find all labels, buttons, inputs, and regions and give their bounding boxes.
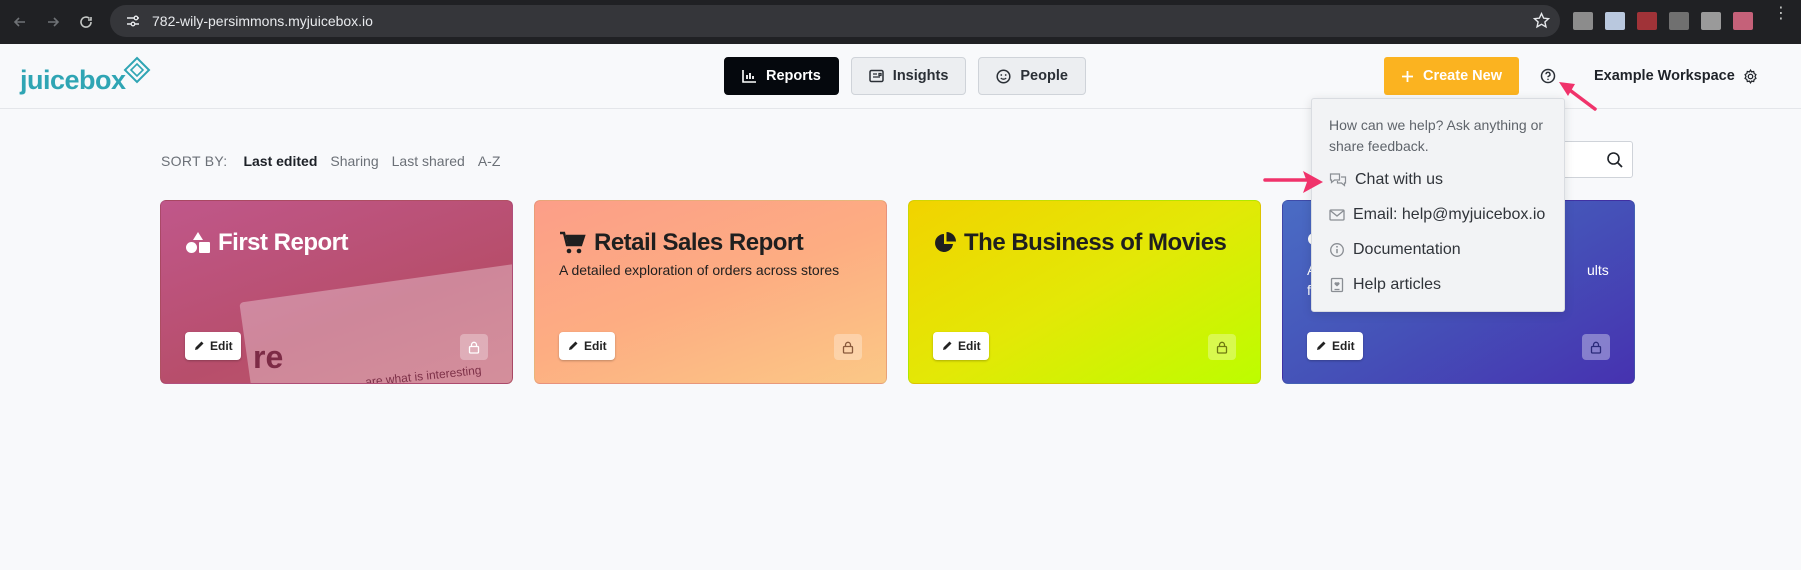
preview-heading: re bbox=[253, 339, 284, 375]
shapes-icon bbox=[186, 232, 210, 253]
address-bar[interactable]: 782-wily-persimmons.myjuicebox.io bbox=[110, 5, 1560, 37]
extension-icon[interactable] bbox=[1573, 12, 1593, 30]
sort-option-a-z[interactable]: A-Z bbox=[478, 153, 501, 169]
menu-item-documentation-label: Documentation bbox=[1353, 241, 1461, 258]
search-input[interactable] bbox=[1560, 141, 1633, 178]
tab-reports[interactable]: Reports bbox=[724, 57, 839, 95]
edit-button[interactable]: Edit bbox=[559, 332, 615, 360]
pencil-icon bbox=[1317, 341, 1326, 350]
menu-item-email[interactable]: Email: help@myjuicebox.io bbox=[1329, 206, 1545, 224]
menu-item-help-articles[interactable]: Help articles bbox=[1329, 276, 1441, 294]
help-dropdown: How can we help? Ask anything or share f… bbox=[1311, 98, 1565, 312]
edit-label: Edit bbox=[210, 339, 233, 353]
bookmark-star-icon[interactable] bbox=[1532, 11, 1551, 34]
sort-option-last-edited[interactable]: Last edited bbox=[243, 153, 317, 169]
report-card[interactable]: Retail Sales Report A detailed explorati… bbox=[534, 200, 887, 384]
logo-diamond-icon bbox=[123, 56, 150, 84]
extension-icon[interactable] bbox=[1605, 12, 1625, 30]
reload-icon bbox=[80, 16, 92, 28]
report-title-text: First Report bbox=[218, 229, 349, 256]
report-title-text: Retail Sales Report bbox=[594, 229, 804, 256]
help-intro-text: How can we help? Ask anything or share f… bbox=[1329, 117, 1544, 154]
menu-item-chat[interactable]: Chat with us bbox=[1329, 171, 1443, 189]
search-icon[interactable] bbox=[1606, 151, 1624, 174]
edit-label: Edit bbox=[958, 339, 981, 353]
pencil-icon bbox=[943, 341, 952, 350]
report-description-end: ults bbox=[1587, 262, 1609, 278]
main-nav: Reports Insights People bbox=[724, 57, 1086, 95]
report-title: The Business of Movies bbox=[933, 229, 1227, 257]
menu-item-chat-label: Chat with us bbox=[1355, 171, 1444, 188]
reload-button[interactable] bbox=[73, 9, 99, 35]
create-new-label: Create New bbox=[1423, 68, 1502, 84]
tab-people[interactable]: People bbox=[978, 57, 1086, 95]
sort-option-last-shared[interactable]: Last shared bbox=[392, 153, 465, 169]
help-button[interactable] bbox=[1540, 68, 1556, 89]
browser-menu-icon[interactable]: ⋮ bbox=[1773, 6, 1789, 22]
report-title: First Report bbox=[185, 229, 349, 257]
tab-insights[interactable]: Insights bbox=[850, 57, 967, 95]
tab-insights-label: Insights bbox=[892, 68, 949, 84]
menu-item-help-articles-label: Help articles bbox=[1353, 276, 1442, 293]
edit-button[interactable]: Edit bbox=[1307, 332, 1363, 360]
juicebox-logo[interactable]: juicebox bbox=[20, 56, 151, 96]
plus-icon bbox=[1402, 70, 1413, 82]
lock-button[interactable] bbox=[1582, 334, 1610, 360]
edit-label: Edit bbox=[1332, 339, 1355, 353]
arrow-left-icon bbox=[13, 17, 25, 27]
menu-item-documentation[interactable]: Documentation bbox=[1329, 241, 1461, 259]
workspace-name: Example Workspace bbox=[1594, 68, 1735, 84]
forward-button[interactable] bbox=[40, 9, 66, 35]
info-circle-icon bbox=[1330, 243, 1344, 257]
workspace-menu[interactable]: Example Workspace bbox=[1594, 68, 1758, 84]
menu-item-email-label: Email: help@myjuicebox.io bbox=[1353, 206, 1546, 223]
report-title: Retail Sales Report bbox=[559, 229, 804, 257]
lock-icon bbox=[468, 341, 480, 354]
edit-button[interactable]: Edit bbox=[185, 332, 241, 360]
extension-icon[interactable] bbox=[1733, 12, 1753, 30]
question-circle-icon bbox=[1540, 68, 1556, 84]
lock-icon bbox=[1216, 341, 1228, 354]
lock-button[interactable] bbox=[460, 334, 488, 360]
extension-icon[interactable] bbox=[1701, 12, 1721, 30]
lock-icon bbox=[842, 341, 854, 354]
extension-icons bbox=[1573, 12, 1753, 30]
url-text: 782-wily-persimmons.myjuicebox.io bbox=[152, 13, 373, 29]
report-description: A detailed exploration of orders across … bbox=[559, 262, 840, 278]
annotation-arrow-help bbox=[1559, 82, 1597, 111]
pencil-icon bbox=[569, 341, 578, 350]
arrow-right-icon bbox=[48, 17, 60, 27]
back-button[interactable] bbox=[7, 9, 33, 35]
edit-button[interactable]: Edit bbox=[933, 332, 989, 360]
chat-bubbles-icon bbox=[1329, 173, 1347, 187]
site-settings-icon[interactable] bbox=[118, 13, 148, 29]
book-icon bbox=[1330, 277, 1344, 293]
sort-label: SORT BY: bbox=[161, 153, 228, 169]
sort-option-sharing[interactable]: Sharing bbox=[330, 153, 378, 169]
report-card[interactable]: The Business of Movies Edit bbox=[908, 200, 1261, 384]
sort-bar: SORT BY: Last edited Sharing Last shared… bbox=[161, 153, 500, 169]
create-new-button[interactable]: Create New bbox=[1384, 57, 1519, 95]
report-title-text: The Business of Movies bbox=[964, 229, 1227, 256]
extension-icon[interactable] bbox=[1637, 12, 1657, 30]
browser-toolbar: 782-wily-persimmons.myjuicebox.io ⋮ bbox=[0, 0, 1801, 44]
newspaper-icon bbox=[869, 69, 884, 83]
lock-button[interactable] bbox=[834, 334, 862, 360]
smiley-icon bbox=[996, 68, 1011, 84]
tab-people-label: People bbox=[1020, 68, 1068, 84]
logo-text: juicebox bbox=[20, 65, 126, 95]
report-card[interactable]: re are what is interesting First Report … bbox=[160, 200, 513, 384]
pie-chart-icon bbox=[935, 232, 956, 252]
lock-button[interactable] bbox=[1208, 334, 1236, 360]
tab-reports-label: Reports bbox=[766, 68, 821, 84]
shopping-cart-icon bbox=[560, 231, 586, 254]
pencil-icon bbox=[195, 341, 204, 350]
extension-icon[interactable] bbox=[1669, 12, 1689, 30]
gear-icon bbox=[1744, 68, 1757, 84]
edit-label: Edit bbox=[584, 339, 607, 353]
envelope-icon bbox=[1329, 209, 1345, 221]
lock-icon bbox=[1590, 341, 1602, 354]
bar-chart-icon bbox=[742, 70, 756, 83]
annotation-arrow-chat bbox=[1263, 171, 1323, 193]
